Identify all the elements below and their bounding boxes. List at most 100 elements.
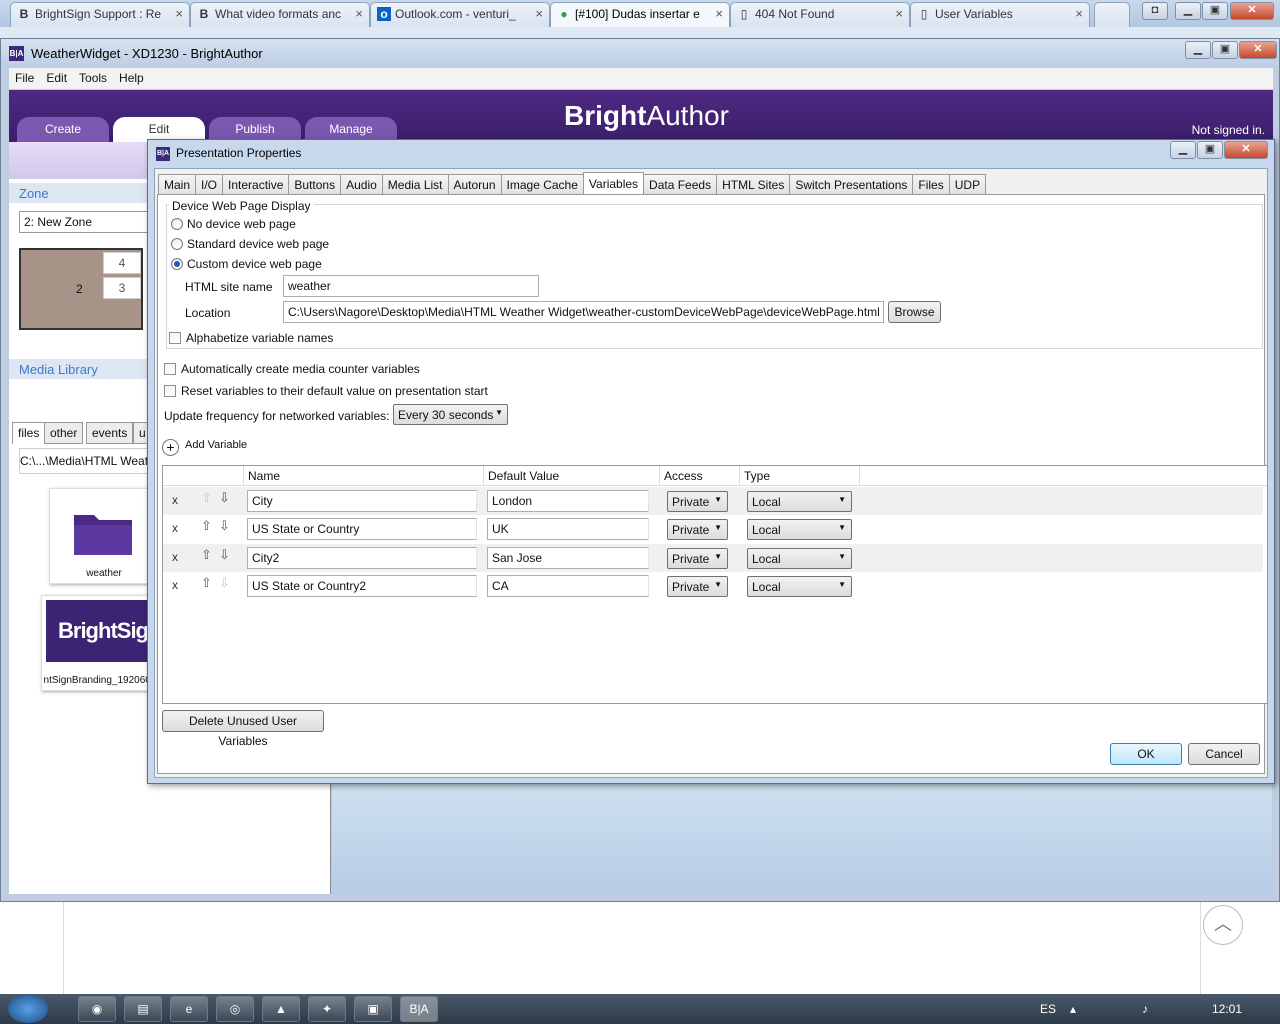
zone-select[interactable]: 2: New Zone [19, 211, 159, 233]
minimize-icon[interactable]: ▁ [1175, 2, 1201, 20]
tab-main[interactable]: Main [158, 174, 197, 195]
tab-close-icon[interactable]: × [895, 3, 903, 25]
radio-custom-web-page[interactable]: Custom device web page [171, 257, 322, 271]
column-name[interactable]: Name [243, 466, 483, 486]
tab-autorun[interactable]: Autorun [447, 174, 502, 195]
close-icon[interactable]: ✕ [1230, 2, 1274, 20]
radio-no-web-page[interactable]: No device web page [171, 217, 296, 231]
tab-udp[interactable]: UDP [948, 174, 987, 195]
tab-media-list[interactable]: Media List [381, 174, 449, 195]
tab-audio[interactable]: Audio [340, 174, 383, 195]
move-down-icon[interactable]: ⇩ [219, 491, 231, 505]
menu-tools[interactable]: Tools [73, 68, 113, 85]
browser-tab[interactable]: o Outlook.com - venturi_ × [370, 2, 550, 27]
tab-io[interactable]: I/O [195, 174, 224, 195]
tab-buttons[interactable]: Buttons [288, 174, 342, 195]
tab-close-icon[interactable]: × [535, 3, 543, 25]
delete-row-button[interactable]: x [172, 521, 178, 535]
language-indicator[interactable]: ES [1040, 1002, 1056, 1016]
tab-files[interactable]: Files [912, 174, 950, 195]
column-default-value[interactable]: Default Value [483, 466, 659, 486]
dialog-maximize-icon[interactable]: ▣ [1197, 141, 1223, 159]
tab-close-icon[interactable]: × [715, 3, 723, 25]
type-select[interactable]: Local ▼ [747, 548, 852, 569]
dialog-minimize-icon[interactable]: ▁ [1170, 141, 1196, 159]
type-select[interactable]: Local ▼ [747, 576, 852, 597]
delete-row-button[interactable]: x [172, 578, 178, 592]
variable-name-input[interactable]: US State or Country2 [247, 575, 477, 597]
zone-layout-preview[interactable]: 4 3 2 [19, 248, 143, 330]
type-select[interactable]: Local ▼ [747, 491, 852, 512]
tray-expand-icon[interactable]: ▴ [1070, 1002, 1076, 1016]
access-select[interactable]: Private ▼ [667, 576, 728, 597]
move-up-icon[interactable]: ⇧ [201, 576, 213, 590]
tab-switch-presentations[interactable]: Switch Presentations [789, 174, 914, 195]
tab-data-feeds[interactable]: Data Feeds [643, 174, 718, 195]
ok-button[interactable]: OK [1110, 743, 1182, 765]
cancel-button[interactable]: Cancel [1188, 743, 1260, 765]
zone-3[interactable]: 3 [103, 277, 141, 299]
auto-counter-checkbox[interactable]: Automatically create media counter varia… [164, 362, 420, 376]
menu-help[interactable]: Help [113, 68, 150, 85]
app-minimize-icon[interactable]: ▁ [1185, 41, 1211, 59]
variable-default-input[interactable]: London [487, 490, 649, 512]
type-select[interactable]: Local ▼ [747, 519, 852, 540]
tab-create[interactable]: Create [17, 117, 109, 143]
terminal-icon[interactable]: ▣ [354, 996, 392, 1022]
delete-unused-variables-button[interactable]: Delete Unused User Variables [162, 710, 324, 748]
variable-name-input[interactable]: US State or Country [247, 518, 477, 540]
tab-variables[interactable]: Variables [582, 172, 645, 196]
variable-default-input[interactable]: UK [487, 518, 649, 540]
brightauthor-taskbar-icon[interactable]: B|A [400, 996, 438, 1022]
zone-2[interactable]: 2 [76, 282, 83, 296]
reset-variables-checkbox[interactable]: Reset variables to their default value o… [164, 384, 488, 398]
media-item-folder[interactable]: weather [49, 488, 159, 584]
access-select[interactable]: Private ▼ [667, 491, 728, 512]
browser-tab[interactable]: ▯ User Variables × [910, 2, 1090, 27]
user-icon[interactable]: ◘ [1142, 2, 1168, 20]
alphabetize-checkbox[interactable]: Alphabetize variable names [169, 331, 333, 345]
app-icon[interactable]: ◎ [216, 996, 254, 1022]
variable-name-input[interactable]: City [247, 490, 477, 512]
game-icon[interactable]: ✦ [308, 996, 346, 1022]
media-path[interactable]: C:\...\Media\HTML Weat [19, 448, 159, 474]
browser-tab[interactable]: B BrightSign Support : Re × [10, 2, 190, 27]
pdf-icon[interactable]: ▲ [262, 996, 300, 1022]
menu-file[interactable]: File [9, 68, 40, 85]
signin-status[interactable]: Not signed in. [1192, 123, 1265, 137]
add-variable-button[interactable]: + Add Variable [162, 439, 247, 456]
site-name-input[interactable]: weather [283, 275, 539, 297]
move-up-icon[interactable]: ⇧ [201, 548, 213, 562]
start-button-icon[interactable] [8, 995, 48, 1023]
chrome-icon[interactable]: ◉ [78, 996, 116, 1022]
variable-name-input[interactable]: City2 [247, 547, 477, 569]
zone-4[interactable]: 4 [103, 252, 141, 274]
media-tab-events[interactable]: events [86, 422, 134, 444]
location-input[interactable]: C:\Users\Nagore\Desktop\Media\HTML Weath… [283, 301, 884, 323]
update-frequency-select[interactable]: Every 30 seconds ▼ [393, 404, 508, 425]
variable-default-input[interactable]: CA [487, 575, 649, 597]
access-select[interactable]: Private ▼ [667, 548, 728, 569]
access-select[interactable]: Private ▼ [667, 519, 728, 540]
menu-edit[interactable]: Edit [40, 68, 73, 85]
maximize-icon[interactable]: ▣ [1202, 2, 1228, 20]
delete-row-button[interactable]: x [172, 550, 178, 564]
column-type[interactable]: Type [739, 466, 859, 486]
explorer-icon[interactable]: ▤ [124, 996, 162, 1022]
column-access[interactable]: Access [659, 466, 739, 486]
tab-image-cache[interactable]: Image Cache [500, 174, 584, 195]
tab-html-sites[interactable]: HTML Sites [716, 174, 791, 195]
app-maximize-icon[interactable]: ▣ [1212, 41, 1238, 59]
new-tab-button[interactable] [1094, 2, 1130, 27]
media-tab-other[interactable]: other [44, 422, 84, 444]
ie-icon[interactable]: e [170, 996, 208, 1022]
delete-row-button[interactable]: x [172, 493, 178, 507]
clock[interactable]: 12:01 [1212, 1002, 1242, 1016]
tab-close-icon[interactable]: × [1075, 3, 1083, 25]
move-up-icon[interactable]: ⇧ [201, 519, 213, 533]
browse-button[interactable]: Browse [888, 301, 941, 323]
tab-interactive[interactable]: Interactive [222, 174, 290, 195]
media-item-image[interactable]: BrightSign ntSignBranding_192060p [41, 595, 159, 691]
media-tab-files[interactable]: files [12, 422, 46, 444]
browser-tab-active[interactable]: ● [#100] Dudas insertar e × [550, 2, 730, 27]
